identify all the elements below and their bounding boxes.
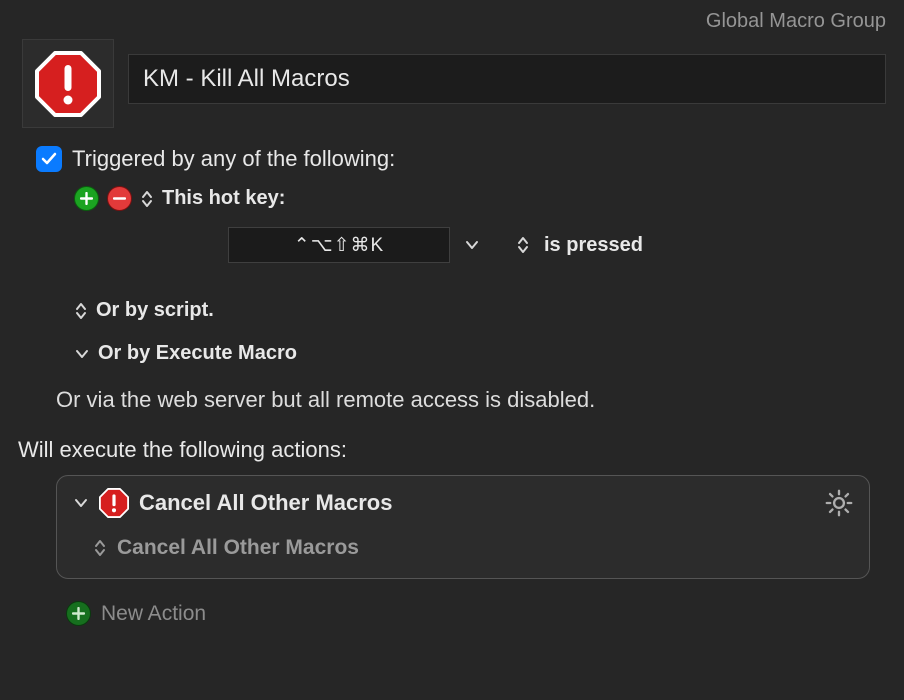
action-subtitle: Cancel All Other Macros	[117, 536, 359, 560]
gear-icon	[825, 489, 853, 517]
hotkey-trigger-row: This hot key:	[36, 172, 886, 211]
script-trigger-stepper[interactable]	[74, 301, 88, 321]
sort-icon	[74, 301, 88, 321]
hotkey-trigger-label: This hot key:	[162, 187, 285, 210]
chevron-down-icon	[73, 497, 89, 509]
script-trigger-label: Or by script.	[96, 299, 214, 322]
plus-icon	[80, 192, 93, 205]
action-card[interactable]: Cancel All Other Macros	[56, 475, 870, 579]
triggers-enabled-checkbox[interactable]	[36, 146, 62, 172]
action-title: Cancel All Other Macros	[139, 490, 815, 516]
triggers-section: Triggered by any of the following: This …	[0, 128, 904, 413]
minus-icon	[113, 192, 126, 205]
add-action-button[interactable]	[66, 601, 91, 626]
hotkey-field[interactable]: ⌃⌥⇧⌘K	[228, 227, 450, 263]
plus-icon	[72, 607, 85, 620]
stop-warning-icon	[99, 488, 129, 518]
add-trigger-button[interactable]	[74, 186, 99, 211]
action-variant-stepper[interactable]	[93, 538, 107, 558]
action-sub-row: Cancel All Other Macros	[73, 518, 853, 560]
trigger-type-stepper[interactable]	[140, 189, 154, 209]
actions-heading: Will execute the following actions:	[0, 413, 904, 475]
action-disclosure[interactable]	[73, 497, 89, 509]
new-action-label: New Action	[101, 602, 206, 626]
hotkey-state-label: is pressed	[544, 234, 643, 257]
remove-trigger-button[interactable]	[107, 186, 132, 211]
webserver-trigger-note: Or via the web server but all remote acc…	[36, 365, 886, 413]
action-header: Cancel All Other Macros	[73, 488, 853, 518]
execute-macro-trigger-row: Or by Execute Macro	[36, 322, 886, 365]
triggers-enabled-label: Triggered by any of the following:	[72, 146, 395, 172]
action-options-button[interactable]	[825, 489, 853, 517]
execute-macro-trigger-label: Or by Execute Macro	[98, 342, 297, 365]
script-trigger-row: Or by script.	[36, 271, 886, 322]
sort-icon	[516, 235, 530, 255]
new-action-row: New Action	[0, 579, 904, 626]
macro-name-field[interactable]: KM - Kill All Macros	[128, 54, 886, 104]
chevron-down-icon	[464, 239, 480, 251]
title-row: KM - Kill All Macros	[0, 39, 904, 128]
macro-group-label: Global Macro Group	[0, 0, 904, 39]
stop-warning-icon	[35, 51, 101, 117]
chevron-down-icon	[74, 348, 90, 360]
hotkey-dropdown[interactable]	[464, 239, 480, 251]
macro-icon-well[interactable]	[22, 39, 114, 128]
hotkey-state-stepper[interactable]	[516, 235, 530, 255]
check-icon	[40, 150, 58, 168]
sort-icon	[140, 189, 154, 209]
sort-icon	[93, 538, 107, 558]
execute-macro-disclosure[interactable]	[74, 348, 90, 360]
hotkey-config-row: ⌃⌥⇧⌘K is pressed	[36, 211, 886, 271]
